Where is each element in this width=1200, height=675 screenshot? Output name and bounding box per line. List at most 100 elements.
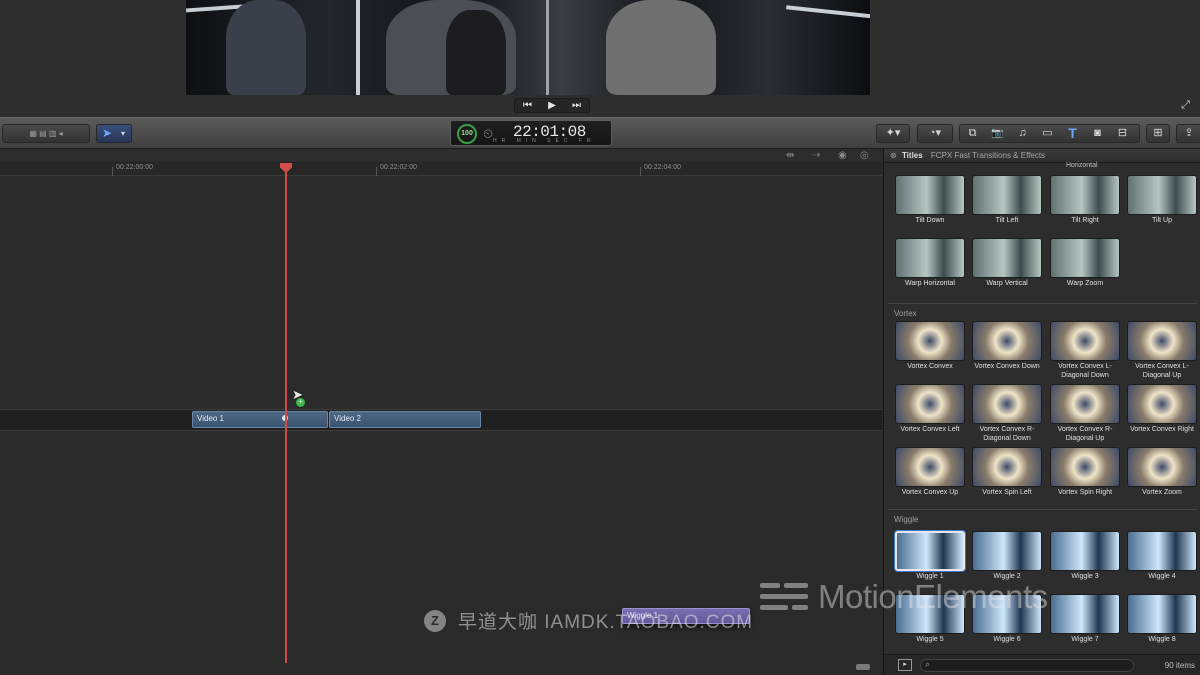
- title-thumbnail-label: Tilt Up: [1152, 217, 1172, 224]
- taobao-watermark-text: 早道大咖 IAMDK.TAOBAO.COM: [458, 612, 754, 633]
- search-icon: ⌕: [925, 659, 931, 669]
- title-thumbnail[interactable]: [895, 531, 965, 571]
- title-thumbnail-label: Wiggle 6: [993, 636, 1021, 643]
- transport-controls: ⏮ ▶ ⏭: [514, 98, 590, 113]
- taobao-watermark: Z 早道大咖 IAMDK.TAOBAO.COM: [424, 607, 753, 634]
- search-input[interactable]: ⌕: [920, 659, 1134, 672]
- title-thumbnail[interactable]: [1050, 594, 1120, 634]
- title-thumbnail[interactable]: [1050, 238, 1120, 278]
- audio-skimming-icon[interactable]: ◉: [838, 150, 847, 161]
- clip-video-1[interactable]: Video 1: [192, 411, 328, 428]
- retime-icon: ◔▾: [928, 127, 942, 139]
- taobao-logo: Z: [424, 609, 446, 632]
- chevron-down-icon: ▾: [120, 129, 125, 138]
- titles-browser-icon[interactable]: T: [1060, 125, 1085, 142]
- title-thumbnail[interactable]: [1050, 531, 1120, 571]
- close-icon[interactable]: ⊗: [890, 151, 897, 160]
- ruler-label: 00:22:00:00: [116, 164, 153, 171]
- fullscreen-icon[interactable]: ⤢: [1179, 99, 1192, 112]
- title-thumbnail[interactable]: [1127, 175, 1197, 215]
- timecode-display[interactable]: 100 ⏲ 22:01:08 HR MIN SEC FR: [450, 120, 612, 146]
- section-title: Wiggle: [894, 515, 919, 524]
- clip-appearance-group[interactable]: ▦ ▤ ▥ ◂: [2, 124, 90, 143]
- title-thumbnail-label: Vortex Convex Left: [900, 426, 960, 433]
- select-tool-button[interactable]: ➤ ▾: [96, 124, 132, 143]
- title-thumbnail-label: Wiggle 8: [1148, 636, 1176, 643]
- magic-wand-icon: ✦▾: [885, 127, 901, 139]
- title-thumbnail[interactable]: [1127, 447, 1197, 487]
- title-thumbnail-label: Vortex Convex R-Diagonal Up: [1057, 426, 1113, 442]
- title-thumbnail[interactable]: [1050, 321, 1120, 361]
- title-thumbnail-label: Wiggle 4: [1148, 573, 1176, 580]
- title-thumbnail[interactable]: [1050, 384, 1120, 424]
- clip-appearance-icons[interactable]: ▦ ▤ ▥ ◂: [3, 125, 89, 142]
- title-thumbnail-label: Warp Horizontal: [905, 280, 955, 287]
- play-button[interactable]: ▶: [548, 100, 556, 111]
- section-title: Vortex: [894, 309, 917, 318]
- sidebar-toggle-icon[interactable]: ▸: [898, 659, 912, 671]
- share-button[interactable]: ⇪: [1176, 124, 1200, 143]
- title-thumbnail[interactable]: [972, 321, 1042, 361]
- add-badge-icon: +: [296, 398, 305, 407]
- effects-browser-icon[interactable]: ⧉: [960, 125, 985, 142]
- title-thumbnail[interactable]: [972, 531, 1042, 571]
- solo-icon[interactable]: ◎: [860, 150, 869, 161]
- timeline: ⇹ ⇢ ◉ ◎ 00:22:00:00 00:22:02:00 00:22:04…: [0, 149, 882, 675]
- photos-browser-icon[interactable]: 📷: [985, 125, 1010, 142]
- share-icon: ⇪: [1184, 127, 1194, 139]
- music-browser-icon[interactable]: ♫: [1010, 125, 1035, 142]
- title-thumbnail[interactable]: [895, 238, 965, 278]
- themes-browser-icon[interactable]: ⊟: [1110, 125, 1135, 142]
- retime-button[interactable]: ◔▾: [917, 124, 953, 143]
- title-thumbnail[interactable]: [1127, 594, 1197, 634]
- title-thumbnail[interactable]: [972, 447, 1042, 487]
- title-thumbnail[interactable]: [1127, 321, 1197, 361]
- title-thumbnail-label: Vortex Convex Right: [1130, 426, 1194, 433]
- inspector-button[interactable]: ⊞: [1146, 124, 1170, 143]
- title-thumbnail-label: Wiggle 3: [1071, 573, 1099, 580]
- timeline-ruler[interactable]: 00:22:00:00 00:22:02:00 00:22:04:00: [0, 163, 882, 176]
- playhead[interactable]: [285, 163, 287, 663]
- title-thumbnail-label: Vortex Spin Right: [1057, 489, 1113, 496]
- timeline-zoom-handle[interactable]: [856, 664, 870, 670]
- browser-toggle-group: ⧉ 📷 ♫ ▭ T ◙ ⊟: [959, 124, 1140, 143]
- item-count: 90 items: [1164, 661, 1195, 670]
- title-thumbnail-label: Vortex Convex Down: [974, 363, 1040, 370]
- title-thumbnail-label: Vortex Convex R-Diagonal Down: [979, 426, 1035, 442]
- title-thumbnail-label: Vortex Convex L-Diagonal Up: [1135, 363, 1189, 379]
- title-thumbnail[interactable]: [895, 447, 965, 487]
- title-thumbnail-label: Warp Zoom: [1066, 280, 1104, 287]
- browser-header: ⊗ Titles FCPX Fast Transitions & Effects: [884, 149, 1200, 163]
- title-thumbnail[interactable]: [895, 175, 965, 215]
- section-divider: [888, 303, 1197, 304]
- next-edit-button[interactable]: ⏭: [572, 100, 581, 111]
- title-thumbnail[interactable]: [972, 175, 1042, 215]
- browser-subcategory[interactable]: FCPX Fast Transitions & Effects: [931, 151, 1045, 160]
- title-thumbnail-label: Vortex Convex Up: [901, 489, 959, 496]
- clip-video-2[interactable]: Video 2: [329, 411, 481, 428]
- title-thumbnail-label: Vortex Zoom: [1142, 489, 1182, 496]
- fcpx-window: ⏮ ▶ ⏭ ⤢ ▦ ▤ ▥ ◂ ➤ ▾ ✦▾ ◔▾ ⧉ 📷 ♫ ▭ T ◙ ⊟: [0, 0, 1200, 675]
- timecode-mode-icon: ⏲: [483, 126, 494, 141]
- previous-edit-button[interactable]: ⏮: [523, 100, 532, 111]
- title-thumbnail[interactable]: [895, 384, 965, 424]
- skimming-icon[interactable]: ⇢: [812, 150, 820, 161]
- motionelements-text: MotionElements: [818, 578, 1048, 615]
- inspector-icon: ⊞: [1153, 127, 1163, 139]
- title-thumbnail[interactable]: [972, 384, 1042, 424]
- viewer-video-frame: [186, 0, 870, 95]
- transitions-browser-icon[interactable]: ▭: [1035, 125, 1060, 142]
- timeline-header: ⇹ ⇢ ◉ ◎: [0, 149, 882, 163]
- browser-category[interactable]: Titles: [902, 151, 923, 160]
- snapping-icon[interactable]: ⇹: [786, 150, 794, 161]
- title-thumbnail[interactable]: [1127, 384, 1197, 424]
- enhancements-button[interactable]: ✦▾: [876, 124, 910, 143]
- title-thumbnail[interactable]: [1050, 175, 1120, 215]
- section-divider: [888, 509, 1197, 510]
- motionelements-logo-icon: [760, 581, 808, 613]
- title-thumbnail[interactable]: [895, 321, 965, 361]
- title-thumbnail[interactable]: [972, 238, 1042, 278]
- title-thumbnail[interactable]: [1127, 531, 1197, 571]
- generators-browser-icon[interactable]: ◙: [1085, 125, 1110, 142]
- title-thumbnail[interactable]: [1050, 447, 1120, 487]
